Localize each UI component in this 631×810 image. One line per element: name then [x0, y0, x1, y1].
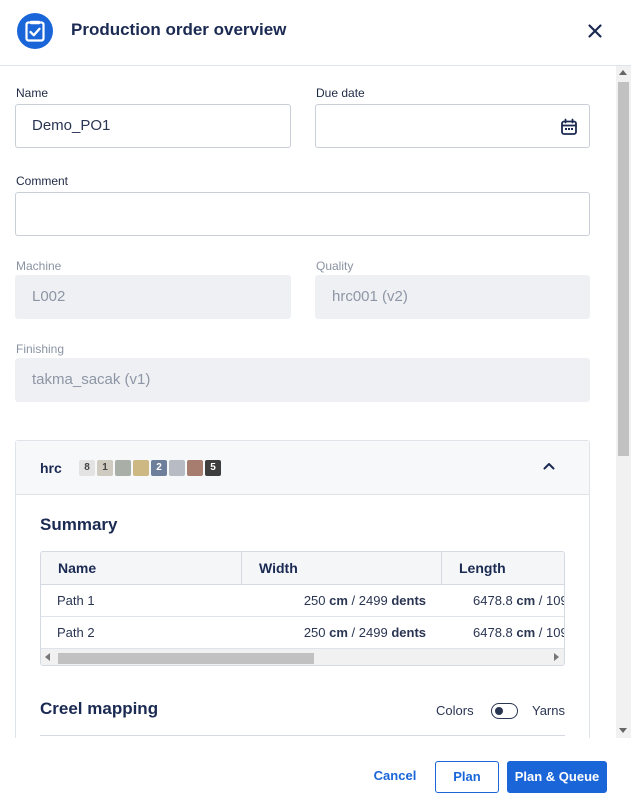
width-sep: /	[347, 625, 359, 640]
color-swatch: 8	[79, 460, 95, 476]
col-header-width[interactable]: Width	[242, 552, 442, 585]
yarns-toggle-label: Yarns	[532, 703, 565, 718]
chevron-up-icon[interactable]	[542, 459, 556, 473]
creel-mapping-title: Creel mapping	[40, 699, 159, 718]
vertical-scrollbar[interactable]	[616, 66, 631, 738]
section-header[interactable]: hrc 81 2 5	[16, 441, 589, 495]
quality-label: Quality	[316, 259, 354, 273]
width-dents: 2499	[358, 625, 388, 640]
width-dents: 2499	[358, 593, 388, 608]
calendar-icon[interactable]	[560, 118, 578, 136]
table-header: Name Width Length	[41, 552, 564, 585]
row-name: Path 1	[57, 593, 95, 608]
comment-label: Comment	[16, 174, 69, 188]
row-length: 6478.8 cm / 109	[473, 617, 565, 649]
row-name: Path 2	[57, 625, 95, 640]
row-width: 250 cm / 2499 dents	[304, 617, 426, 649]
summary-table: Name Width Length Path 1 250 cm / 2499 d…	[40, 551, 565, 666]
width-value: 250	[303, 593, 326, 608]
col-header-name[interactable]: Name	[41, 552, 242, 585]
quality-section: hrc 81 2 5 Summary Name Width Length Path …	[15, 440, 590, 738]
color-swatch: 1	[97, 460, 113, 476]
clipboard-check-icon	[17, 13, 53, 49]
comment-input[interactable]	[15, 192, 590, 236]
dialog-header: Production order overview	[0, 0, 631, 66]
length-rest: / 109	[535, 625, 565, 640]
table-row: Path 2 250 cm / 2499 dents 6478.8 cm / 1…	[41, 617, 565, 649]
plan-button[interactable]: Plan	[435, 761, 499, 793]
color-swatch	[187, 460, 203, 476]
colors-toggle-label: Colors	[436, 703, 474, 718]
length-unit: cm	[516, 593, 536, 608]
scroll-up-icon[interactable]	[619, 70, 627, 75]
due-date-label: Due date	[316, 86, 365, 100]
dialog-body[interactable]: Name Demo_PO1 Due date Comment Machine L…	[0, 66, 616, 738]
scrollbar-thumb[interactable]	[618, 82, 629, 456]
dialog-title: Production order overview	[71, 20, 287, 39]
plan-and-queue-button[interactable]: Plan & Queue	[507, 761, 607, 793]
length-unit: cm	[516, 625, 536, 640]
width-sep: /	[347, 593, 359, 608]
width-dents-unit: dents	[391, 625, 426, 640]
color-swatches: 81 2 5	[79, 460, 221, 476]
quality-field: hrc001 (v2)	[315, 275, 590, 319]
scroll-left-icon[interactable]	[45, 653, 50, 661]
toggle-knob	[495, 707, 503, 715]
col-header-length[interactable]: Length	[442, 552, 564, 585]
scroll-right-icon[interactable]	[554, 653, 559, 661]
color-swatch	[169, 460, 185, 476]
close-button[interactable]	[583, 19, 607, 43]
cancel-button[interactable]: Cancel	[365, 761, 425, 793]
section-title: hrc	[40, 460, 62, 476]
machine-label: Machine	[16, 259, 62, 273]
width-unit: cm	[329, 593, 348, 608]
color-swatch: 2	[151, 460, 167, 476]
close-icon	[588, 24, 602, 38]
length-value: 6478.8	[473, 593, 513, 608]
finishing-field: takma_sacak (v1)	[15, 358, 590, 402]
table-horizontal-scrollbar[interactable]	[41, 648, 564, 665]
length-rest: / 109	[535, 593, 565, 608]
color-swatch	[115, 460, 131, 476]
dialog-footer: Cancel Plan Plan & Queue	[0, 738, 631, 810]
name-label: Name	[16, 86, 49, 100]
width-value: 250	[303, 625, 326, 640]
colors-yarns-toggle[interactable]	[491, 703, 518, 719]
width-unit: cm	[329, 625, 348, 640]
color-swatch: 5	[205, 460, 221, 476]
name-input[interactable]: Demo_PO1	[15, 104, 291, 148]
width-dents-unit: dents	[391, 593, 426, 608]
summary-title: Summary	[40, 515, 118, 534]
row-length: 6478.8 cm / 109	[473, 585, 565, 617]
machine-field: L002	[15, 275, 291, 319]
scrollbar-thumb[interactable]	[58, 653, 314, 664]
row-width: 250 cm / 2499 dents	[304, 585, 426, 617]
due-date-input[interactable]	[315, 104, 590, 148]
finishing-label: Finishing	[16, 342, 65, 356]
table-row: Path 1 250 cm / 2499 dents 6478.8 cm / 1…	[41, 585, 565, 617]
color-swatch	[133, 460, 149, 476]
length-value: 6478.8	[473, 625, 513, 640]
scroll-down-icon[interactable]	[619, 728, 627, 733]
